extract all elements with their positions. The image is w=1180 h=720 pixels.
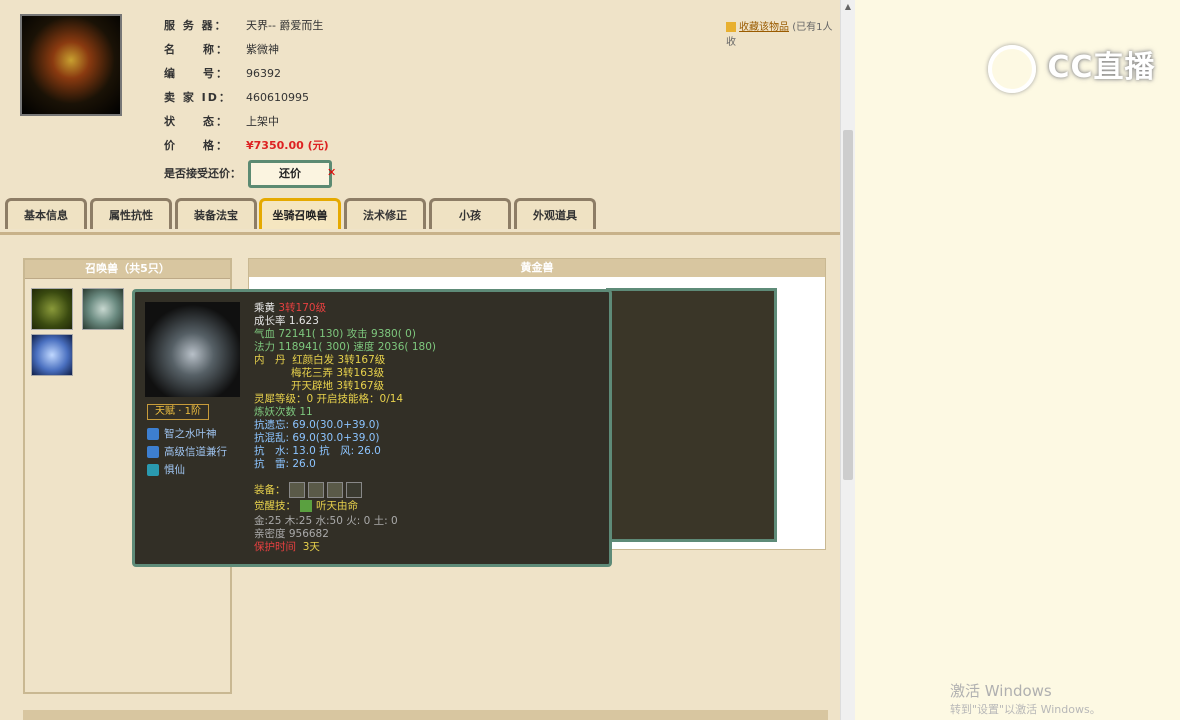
- pet-thumb-selected[interactable]: [82, 288, 124, 330]
- seller-row: 卖 家 ID： 460610995: [164, 91, 309, 104]
- name-row: 名 称： 紫微神: [164, 43, 279, 56]
- inner-dan-line: 开天辟地 3转167级: [291, 380, 385, 392]
- pet-thumb[interactable]: [31, 334, 73, 376]
- pet-tooltip: 天赋 · 1阶 智之水叶神 高级信道兼行 惧仙 乘黄 3转170级 成长率 1.…: [132, 289, 612, 567]
- hp-atk-line: 气血 72141( 130) 攻击 9380( 0): [254, 328, 416, 340]
- spirit-line: 灵犀等级：0 开启技能格：0/14: [254, 393, 404, 405]
- cc-logo-icon: [988, 44, 1036, 93]
- resist-line: 抗 雷: 26.0: [254, 458, 316, 470]
- blank-area: [855, 0, 1180, 720]
- skill-icon: [147, 446, 159, 458]
- counter-offer-label: 是否接受还价：: [164, 167, 241, 180]
- elements-line: 金:25 木:25 水:50 火: 0 土: 0: [254, 515, 398, 527]
- protect-line: 保护时间 3天: [254, 541, 320, 553]
- refine-line: 炼妖次数 11: [254, 406, 313, 418]
- id-row: 编 号： 96392: [164, 67, 281, 80]
- windows-activation-title: 激活 Windows: [950, 682, 1052, 700]
- growth-line: 成长率 1.623: [254, 315, 319, 327]
- tab-bar: 基本信息 属性抗性 装备法宝 坐骑召唤兽 法术修正 小孩 外观道具: [0, 198, 840, 235]
- scroll-up-icon[interactable]: ▲: [841, 0, 855, 14]
- price-row: 价 格： ¥7350.00 (元): [164, 139, 329, 152]
- price-value: ¥7350.00 (元): [246, 139, 329, 152]
- tab-mounts-pets[interactable]: 坐骑召唤兽: [259, 198, 341, 229]
- skill-item[interactable]: 智之水叶神: [147, 426, 217, 442]
- awaken-line: 觉醒技： 听天由命: [254, 500, 358, 512]
- inner-dan-line: 梅花三弄 3转163级: [291, 367, 385, 379]
- vertical-scrollbar[interactable]: ▲: [840, 0, 855, 720]
- resist-line: 抗 水: 13.0 抗 风: 26.0: [254, 445, 381, 457]
- windows-activation-subtitle: 转到"设置"以激活 Windows。: [950, 703, 1101, 716]
- cc-live-watermark: CC直播: [988, 42, 1156, 93]
- mp-spd-line: 法力 118941( 300) 速度 2036( 180): [254, 341, 436, 353]
- equip-line: 装备：: [254, 482, 362, 498]
- close-icon: ✕: [327, 166, 337, 179]
- equip-slot-icon[interactable]: [326, 482, 343, 498]
- character-avatar: [20, 14, 122, 116]
- resist-line: 抗遗忘: 69.0(30.0+39.0): [254, 419, 380, 431]
- awaken-icon: [300, 500, 312, 512]
- equip-slot-icon[interactable]: [288, 482, 305, 498]
- pet-portrait: [145, 302, 240, 397]
- tab-attributes[interactable]: 属性抗性: [90, 198, 172, 229]
- tab-appearance[interactable]: 外观道具: [514, 198, 596, 229]
- pet-list-title: 召唤兽（共5只）: [25, 260, 230, 279]
- tab-equipment[interactable]: 装备法宝: [175, 198, 257, 229]
- background-card: [606, 288, 777, 542]
- intimacy-line: 亲密度 956682: [254, 528, 329, 540]
- talent-badge: 天赋 · 1阶: [147, 404, 209, 420]
- tab-spell-correction[interactable]: 法术修正: [344, 198, 426, 229]
- pet-detail-title: 黄金兽: [249, 259, 825, 277]
- equip-slot-icon[interactable]: [307, 482, 324, 498]
- favorite-icon: [726, 22, 736, 32]
- favorite-area: 收藏该物品 (已有1人收: [726, 18, 840, 48]
- skill-icon: [147, 464, 159, 476]
- trade-page: 服 务 器： 天界-- 爵爱而生 名 称： 紫微神 编 号： 96392 卖 家 ID…: [0, 0, 840, 720]
- skill-icon: [147, 428, 159, 440]
- pet-thumb[interactable]: [31, 288, 73, 330]
- resist-line: 抗混乱: 69.0(30.0+39.0): [254, 432, 380, 444]
- counter-offer-button[interactable]: 还价: [248, 160, 332, 188]
- bottom-section-bar: [23, 710, 828, 720]
- tab-basic-info[interactable]: 基本信息: [5, 198, 87, 229]
- tab-children[interactable]: 小孩: [429, 198, 511, 229]
- server-row: 服 务 器： 天界-- 爵爱而生: [164, 19, 324, 32]
- inner-dan-line: 内 丹 红颜白发 3转167级: [254, 354, 386, 366]
- scroll-thumb[interactable]: [843, 130, 853, 480]
- skill-item[interactable]: 高级信道兼行: [147, 444, 227, 460]
- status-row: 状 态： 上架中: [164, 115, 279, 128]
- skill-item[interactable]: 惧仙: [147, 462, 185, 478]
- equip-slot-icon[interactable]: [345, 482, 362, 498]
- pet-name-line: 乘黄 3转170级: [254, 302, 327, 314]
- favorite-link[interactable]: 收藏该物品: [739, 22, 789, 33]
